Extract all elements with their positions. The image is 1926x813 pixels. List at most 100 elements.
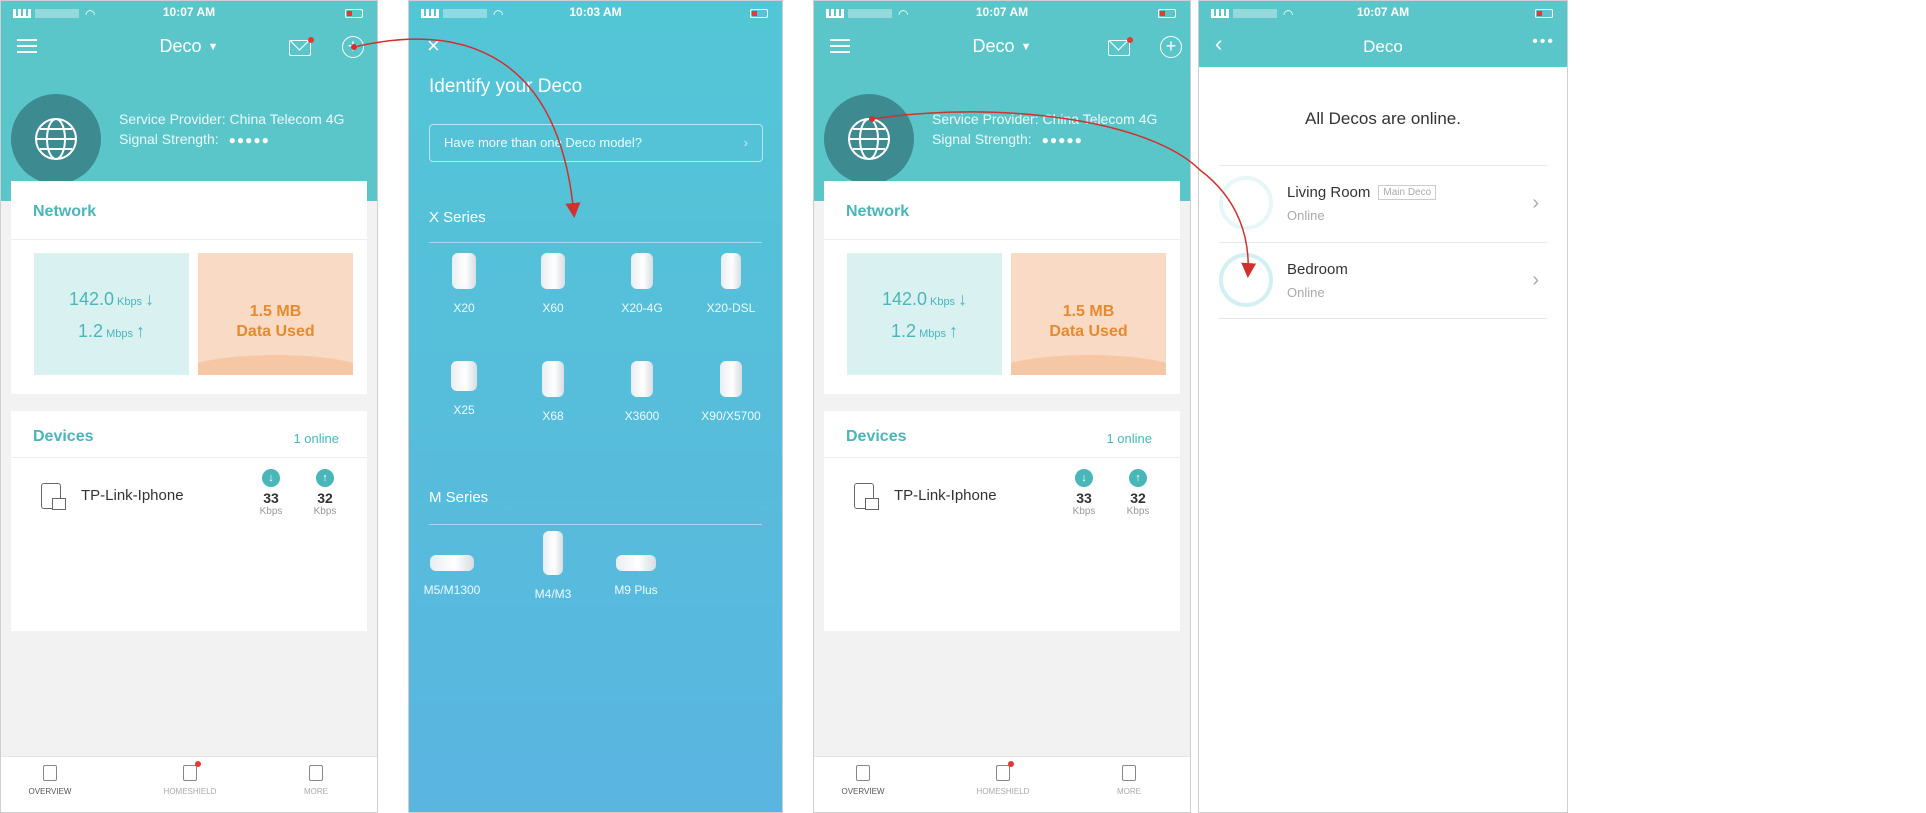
signal-dots: ●●●●● [1041,133,1083,147]
device-download-rate: ↓ 33 Kbps [1066,469,1102,517]
model-x90-x5700[interactable]: X90/X5700 [686,361,776,423]
network-title: Network [33,203,97,220]
data-used-box: 1.5 MB Data Used [1011,253,1166,375]
deco-unit-icon [1219,176,1273,230]
overview-icon [856,765,870,781]
network-card[interactable]: Network 142.0 Kbps ↓ 1.2 Mbps ↑ 1.5 MB Data … [824,181,1180,394]
more-grid-icon [309,765,323,781]
home-shield-icon [996,761,1014,781]
multiple-models-button[interactable]: Have more than one Deco model? › [429,124,763,162]
home-shield-icon [183,761,201,781]
m-series-title: M Series [429,489,489,506]
device-download-rate: ↓ 33 Kbps [253,469,289,517]
speed-box: 142.0 Kbps ↓ 1.2 Mbps ↑ [34,253,189,375]
model-x20[interactable]: X20 [419,253,509,315]
model-x20-dsl[interactable]: X20-DSL [686,253,776,315]
add-icon[interactable]: + [1160,36,1182,58]
status-time: 10:07 AM [162,5,216,19]
data-label: Data Used [236,323,315,340]
tab-bar: OVERVIEW HOMESHIELD MORE [814,756,1190,812]
deco-status: Online [1287,208,1325,223]
nav-title: Deco [159,36,202,56]
download-speed: 142.0 Kbps ↓ [881,289,968,309]
deco-nav-bar: ◠ 10:07 AM ‹ Deco ••• [1199,1,1567,67]
devices-title: Devices [846,428,907,445]
network-switcher[interactable]: Deco ▼ [1,36,377,57]
upload-icon: ↑ [1129,469,1147,487]
tab-homeshield[interactable]: HOMESHIELD [958,761,1048,796]
deco-status: Online [1287,285,1325,300]
tab-more[interactable]: MORE [271,765,361,796]
signal-strength: Signal Strength: ●●●●● [932,131,1083,147]
devices-title: Devices [33,428,94,445]
signal-strength: Signal Strength: ●●●●● [119,131,270,147]
battery-icon [750,9,768,19]
download-speed: 142.0 Kbps ↓ [68,289,155,309]
model-m9-plus[interactable]: M9 Plus [591,541,681,597]
deco-name: Living Room Main Deco [1287,184,1437,201]
model-x25[interactable]: X25 [419,361,509,417]
more-options-icon[interactable]: ••• [1532,33,1555,51]
network-switcher[interactable]: Deco ▼ [814,36,1190,57]
status-bar: ◠ 10:07 AM [1,1,377,23]
device-upload-rate: ↑ 32 Kbps [307,469,343,517]
model-x20-4g[interactable]: X20-4G [597,253,687,315]
main-deco-tag: Main Deco [1378,185,1437,200]
status-bar: ◠ 10:07 AM [1199,1,1567,23]
devices-online: 1 online [293,431,339,446]
add-icon[interactable]: + [342,36,364,58]
online-message: All Decos are online. [1305,109,1461,128]
phone-dashboard: ◠ 10:07 AM Deco ▼ + Service Provider: Chi… [0,0,378,813]
tab-more[interactable]: MORE [1084,765,1174,796]
overview-icon [43,765,57,781]
up-arrow-icon: ↑ [135,321,145,341]
down-arrow-icon: ↓ [145,289,155,309]
model-m5-m1300[interactable]: M5/M1300 [409,541,497,597]
internet-globe-icon[interactable] [824,94,914,184]
deco-name: Bedroom [1287,261,1348,278]
mail-icon[interactable] [289,37,314,56]
chevron-right-icon: › [1532,192,1539,214]
identify-title: Identify your Deco [429,76,583,97]
tab-overview[interactable]: OVERVIEW [818,765,908,796]
internet-globe-icon[interactable] [11,94,101,184]
upload-speed: 1.2 Mbps ↑ [891,321,958,341]
status-time: 10:07 AM [975,5,1029,19]
phone-dashboard-2: ◠ 10:07 AM Deco ▼ + Service Provider: Chi… [813,0,1191,813]
up-arrow-icon: ↑ [948,321,958,341]
tab-overview[interactable]: OVERVIEW [5,765,95,796]
device-name[interactable]: TP-Link-Iphone [894,487,997,504]
devices-card[interactable]: Devices 1 online TP-Link-Iphone ↓ 33 Kbps … [824,411,1180,631]
network-card[interactable]: Network 142.0 Kbps ↓ 1.2 Mbps ↑ 1.5 MB Data … [11,181,367,394]
devices-card[interactable]: Devices 1 online TP-Link-Iphone ↓ 33 Kbps … [11,411,367,631]
model-m4-m3[interactable]: M4/M3 [508,531,598,601]
status-time: 10:03 AM [569,5,622,19]
more-grid-icon [1122,765,1136,781]
speed-box: 142.0 Kbps ↓ 1.2 Mbps ↑ [847,253,1002,375]
download-icon: ↓ [262,469,280,487]
tab-bar: OVERVIEW HOMESHIELD MORE [1,756,377,812]
dashboard-header: ◠ 10:07 AM Deco ▼ + Service Provider: Chi… [814,1,1190,201]
network-title: Network [846,203,910,220]
deco-row-bedroom[interactable]: Bedroom Online › [1219,242,1547,319]
model-x68[interactable]: X68 [508,361,598,423]
down-arrow-icon: ↓ [958,289,968,309]
model-x3600[interactable]: X3600 [597,361,687,423]
status-bar: ◠ 10:07 AM [814,1,1190,23]
dashboard-header: ◠ 10:07 AM Deco ▼ + Service Provider: Chi… [1,1,377,201]
service-provider: Service Provider: China Telecom 4G [119,111,345,127]
deco-row-living-room[interactable]: Living Room Main Deco Online › [1219,165,1547,242]
signal-dots: ●●●●● [228,133,270,147]
phone-deco-list: ◠ 10:07 AM ‹ Deco ••• All Decos are onli… [1198,0,1568,813]
model-x60[interactable]: X60 [508,253,598,315]
close-icon[interactable]: × [427,33,440,59]
upload-icon: ↑ [316,469,334,487]
device-name[interactable]: TP-Link-Iphone [81,487,184,504]
status-bar: ◠ 10:03 AM [409,1,782,23]
deco-list-title: Deco [1363,37,1403,56]
data-used-box: 1.5 MB Data Used [198,253,353,375]
tab-homeshield[interactable]: HOMESHIELD [145,761,235,796]
devices-online: 1 online [1106,431,1152,446]
mail-icon[interactable] [1108,37,1133,56]
data-value: 1.5 MB [1062,303,1115,320]
